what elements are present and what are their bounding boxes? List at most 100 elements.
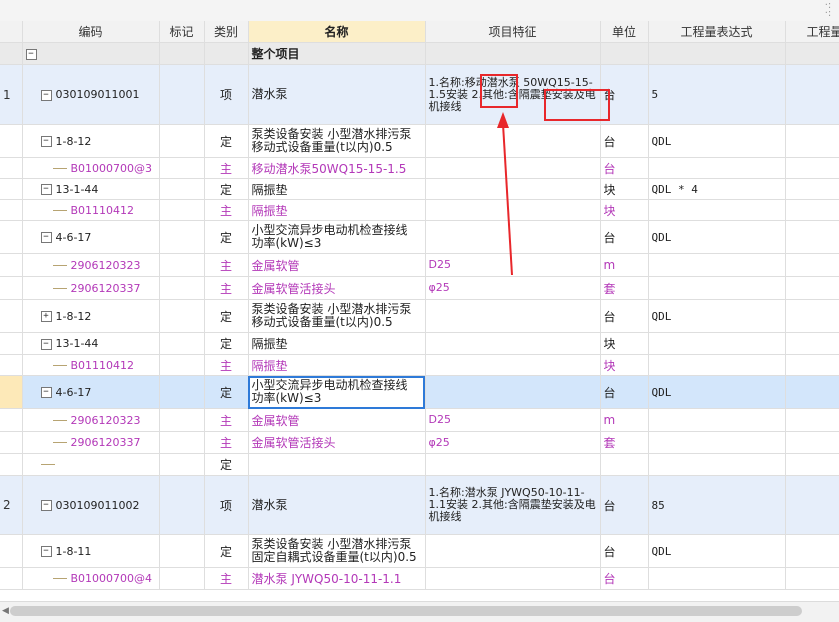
row-feature[interactable]: 1.名称:移动潜水泵 50WQ15-15-1.5安装 2.其他:含隔震垫安装及电… <box>425 64 601 125</box>
row-unit[interactable]: 台 <box>600 375 649 409</box>
row-name[interactable]: 潜水泵 <box>248 64 426 125</box>
row-feature[interactable] <box>425 375 601 409</box>
row-unit[interactable]: 台 <box>600 124 649 158</box>
row-type[interactable]: 定 <box>204 124 249 158</box>
row-name[interactable]: 隔振垫 <box>248 332 426 355</box>
row-mark[interactable] <box>159 253 205 277</box>
row-type[interactable]: 主 <box>204 199 249 221</box>
row-qty[interactable] <box>785 178 839 200</box>
row-type[interactable] <box>204 42 249 65</box>
row-unit[interactable]: 台 <box>600 475 649 535</box>
row-name[interactable]: 隔振垫 <box>248 178 426 200</box>
horizontal-scrollbar[interactable]: ◀ <box>0 601 839 622</box>
row-mark[interactable] <box>159 332 205 355</box>
col-header-name[interactable]: 名称 <box>248 21 426 43</box>
row-qty[interactable] <box>785 42 839 65</box>
row-qty-expr[interactable]: QDL <box>648 299 786 333</box>
row-code[interactable]: 2906120323 <box>22 408 160 432</box>
collapse-toggle-icon[interactable]: − <box>40 136 52 147</box>
row-qty-expr[interactable] <box>648 199 786 221</box>
row-name-editing[interactable]: 小型交流异步电动机检查接线 功率(kW)≤3 <box>248 375 426 409</box>
collapse-toggle-icon[interactable]: − <box>40 338 52 350</box>
row-qty-expr[interactable] <box>648 567 786 590</box>
row-code[interactable]: B01110412 <box>22 199 160 221</box>
row-code[interactable]: B01000700@3 <box>22 157 160 179</box>
row-qty[interactable] <box>785 453 839 476</box>
row-type[interactable]: 项 <box>204 64 249 125</box>
row-code[interactable]: −030109011001 <box>22 64 160 125</box>
row-qty-expr[interactable]: 85 <box>648 475 786 535</box>
row-type[interactable]: 定 <box>204 178 249 200</box>
collapse-toggle-icon[interactable]: − <box>40 387 52 398</box>
row-qty[interactable] <box>785 567 839 590</box>
col-header-feature[interactable]: 项目特征 <box>425 21 601 43</box>
table-row[interactable]: +1-8-12 定 泵类设备安装 小型潜水排污泵 移动式设备重量(t以内)0.5… <box>0 299 839 333</box>
row-qty-expr[interactable]: QDL <box>648 534 786 568</box>
row-name[interactable]: 金属软管活接头 <box>248 431 426 454</box>
row-qty[interactable] <box>785 64 839 125</box>
table-row[interactable]: −13-1-44 定 隔振垫 块 <box>0 332 839 355</box>
row-qty[interactable] <box>785 354 839 376</box>
row-mark[interactable] <box>159 299 205 333</box>
row-type[interactable]: 定 <box>204 453 249 476</box>
row-qty[interactable] <box>785 299 839 333</box>
resize-grip-icon[interactable]: ·: ·: <box>821 1 835 19</box>
row-code[interactable]: B01110412 <box>22 354 160 376</box>
row-feature[interactable]: φ25 <box>425 276 601 300</box>
table-row[interactable]: −4-6-17 定 小型交流异步电动机检查接线 功率(kW)≤3 台 QDL <box>0 220 839 254</box>
row-unit[interactable]: 块 <box>600 178 649 200</box>
table-row[interactable]: 1 −030109011001 项 潜水泵 1.名称:移动潜水泵 50WQ15-… <box>0 64 839 125</box>
row-code[interactable]: −13-1-44 <box>22 178 160 200</box>
row-type[interactable]: 定 <box>204 332 249 355</box>
row-code[interactable]: B01000700@4 <box>22 567 160 590</box>
row-code[interactable]: −1-8-12 <box>22 124 160 158</box>
row-code[interactable] <box>22 453 160 476</box>
row-type[interactable]: 定 <box>204 220 249 254</box>
table-row[interactable]: B01110412 主 隔振垫 块 <box>0 354 839 376</box>
row-qty[interactable] <box>785 220 839 254</box>
row-unit[interactable]: 台 <box>600 567 649 590</box>
row-qty-expr[interactable] <box>648 157 786 179</box>
row-code[interactable]: +1-8-12 <box>22 299 160 333</box>
col-header-type[interactable]: 类别 <box>204 21 249 43</box>
row-unit[interactable]: 台 <box>600 299 649 333</box>
group-row[interactable]: − 整个项目 <box>0 42 839 65</box>
row-mark[interactable] <box>159 475 205 535</box>
row-qty[interactable] <box>785 253 839 277</box>
scroll-left-icon[interactable]: ◀ <box>2 606 9 616</box>
row-mark[interactable] <box>159 375 205 409</box>
row-mark[interactable] <box>159 534 205 568</box>
row-type[interactable]: 定 <box>204 375 249 409</box>
row-name[interactable]: 金属软管活接头 <box>248 276 426 300</box>
row-type[interactable]: 项 <box>204 475 249 535</box>
row-code[interactable]: −4-6-17 <box>22 375 160 409</box>
scrollbar-thumb[interactable] <box>10 606 802 616</box>
row-qty-expr[interactable]: QDL <box>648 220 786 254</box>
row-mark[interactable] <box>159 220 205 254</box>
row-name[interactable]: 金属软管 <box>248 253 426 277</box>
row-name[interactable]: 潜水泵 <box>248 475 426 535</box>
row-name[interactable]: 潜水泵 JYWQ50-10-11-1.1 <box>248 567 426 590</box>
row-feature[interactable] <box>425 453 601 476</box>
row-mark[interactable] <box>159 42 205 65</box>
row-qty[interactable] <box>785 124 839 158</box>
row-unit[interactable]: 台 <box>600 157 649 179</box>
table-row[interactable]: −1-8-12 定 泵类设备安装 小型潜水排污泵 移动式设备重量(t以内)0.5… <box>0 124 839 158</box>
row-mark[interactable] <box>159 124 205 158</box>
row-mark[interactable] <box>159 431 205 454</box>
row-unit[interactable]: 块 <box>600 354 649 376</box>
row-qty-expr[interactable] <box>648 276 786 300</box>
row-feature[interactable] <box>425 354 601 376</box>
row-name[interactable]: 小型交流异步电动机检查接线 功率(kW)≤3 <box>248 220 426 254</box>
col-header-idx[interactable] <box>0 21 23 43</box>
row-feature[interactable] <box>425 178 601 200</box>
row-type[interactable]: 主 <box>204 408 249 432</box>
row-qty-expr[interactable] <box>648 332 786 355</box>
row-feature[interactable] <box>425 332 601 355</box>
row-qty-expr[interactable] <box>648 408 786 432</box>
row-qty-expr[interactable]: 5 <box>648 64 786 125</box>
row-unit[interactable]: 套 <box>600 431 649 454</box>
row-feature[interactable] <box>425 157 601 179</box>
row-feature[interactable]: D25 <box>425 408 601 432</box>
row-name[interactable] <box>248 453 426 476</box>
